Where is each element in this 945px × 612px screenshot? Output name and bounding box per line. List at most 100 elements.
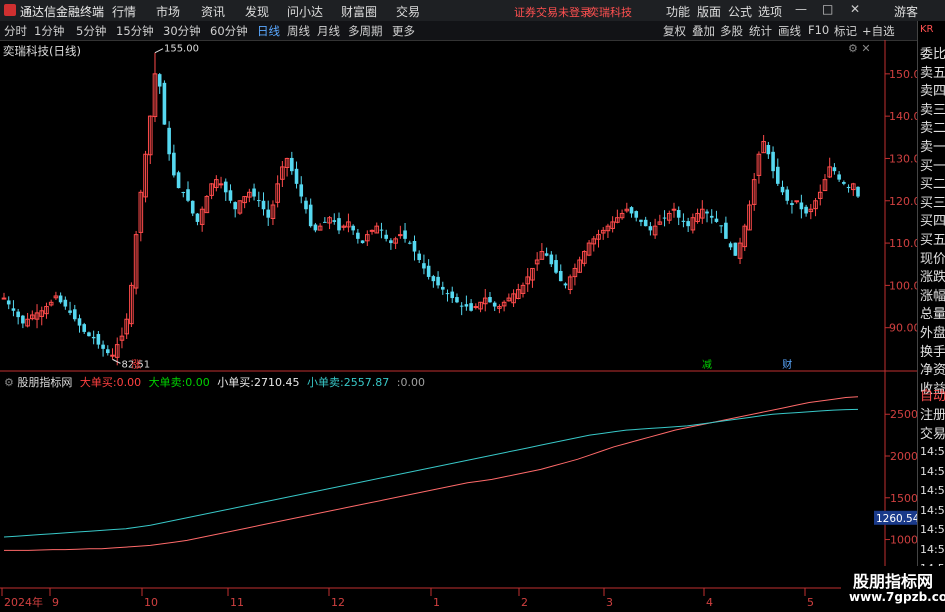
candle-body-97 <box>459 305 464 307</box>
candle-body-55 <box>261 200 266 210</box>
menu-wenxiaoda[interactable]: 问小达 <box>287 3 323 20</box>
btn-tongji[interactable]: 统计 <box>749 23 772 39</box>
ind-tick-label-1: 2000 <box>890 450 918 463</box>
candle-body-35 <box>167 127 171 155</box>
candle-body-36 <box>172 152 176 176</box>
candle-body-74 <box>351 225 355 231</box>
maximize-icon[interactable]: □ <box>822 2 833 16</box>
side-bottom-item-0[interactable]: 自动 <box>920 385 945 404</box>
candle-body-81 <box>384 234 388 239</box>
candle-body-162 <box>766 144 771 155</box>
menu-zixun[interactable]: 资讯 <box>201 3 225 20</box>
candle-body-93 <box>440 286 445 290</box>
candle-body-163 <box>771 151 775 172</box>
candle-body-65 <box>308 204 313 227</box>
current-value-label: 1260.54 <box>876 513 920 525</box>
period-week[interactable]: 周线 <box>287 23 310 39</box>
btn-huaxian[interactable]: 画线 <box>778 23 801 39</box>
kline-chart[interactable]: 150.00140.00130.00120.00110.00100.0090.0… <box>0 40 945 609</box>
candle-body-84 <box>398 234 403 237</box>
period-fenshi[interactable]: 分时 <box>4 23 27 39</box>
period-15min[interactable]: 15分钟 <box>116 23 154 39</box>
candle-body-145 <box>686 221 690 227</box>
candle-body-96 <box>455 297 459 303</box>
menu-banmian[interactable]: 版面 <box>697 3 721 20</box>
ind-tick-label-3: 1000 <box>890 534 918 547</box>
period-day[interactable]: 日线 <box>257 23 280 39</box>
candle-body-12 <box>58 295 63 303</box>
btn-biaoji[interactable]: 标记 <box>834 23 857 39</box>
candle-body-34 <box>162 82 167 125</box>
btn-fuquan[interactable]: 复权 <box>663 23 686 39</box>
menu-faxian[interactable]: 发现 <box>245 3 269 20</box>
side-item-6: 买一 <box>920 158 945 174</box>
legend-small-buy-value: 2710.45 <box>254 376 300 389</box>
chart-area[interactable]: 150.00 140.00 130.00 120.00 110.00 100.00 90.0… <box>0 40 945 609</box>
x-tick-label-9: 5 <box>807 596 814 609</box>
candle-body-2 <box>11 308 16 311</box>
legend-small-buy-label: 小单买: <box>217 376 255 389</box>
legend-extra-value: 0.00 <box>400 376 425 389</box>
menu-caifuquan[interactable]: 财富圈 <box>341 3 377 20</box>
close-icon[interactable]: ✕ <box>850 2 860 16</box>
side-bottom-item-2[interactable]: 交易 <box>920 423 945 442</box>
side-item-17: 净资 <box>920 363 945 379</box>
indicator-settings-icon[interactable]: ⚙ <box>4 376 17 389</box>
candle-body-16 <box>77 318 82 326</box>
main-chart-settings-icon[interactable]: ⚙ ✕ <box>848 42 871 55</box>
candle-body-85 <box>403 230 407 239</box>
side-item-4: 卖二 <box>920 121 945 137</box>
candle-body-76 <box>360 240 365 244</box>
period-60min[interactable]: 60分钟 <box>210 23 248 39</box>
event-marker-1: 减 <box>702 359 712 371</box>
side-item-14: 总量 <box>920 307 945 323</box>
candle-body-144 <box>681 220 686 222</box>
period-multi[interactable]: 多周期 <box>348 23 383 39</box>
candle-body-177 <box>837 174 841 180</box>
candle-body-117 <box>554 260 558 273</box>
side-item-3: 卖三 <box>920 102 945 118</box>
side-item-9: 买四 <box>920 214 945 230</box>
candle-body-179 <box>846 186 851 189</box>
candle-body-181 <box>856 186 860 197</box>
guest-label[interactable]: 游客 <box>894 3 918 20</box>
period-30min[interactable]: 30分钟 <box>163 23 201 39</box>
candle-body-164 <box>775 166 780 184</box>
btn-diejia[interactable]: 叠加 <box>692 23 715 39</box>
legend-big-sell-value: 0.00 <box>185 376 210 389</box>
side-bottom-item-1[interactable]: 注册 <box>920 404 945 423</box>
candle-body-166 <box>785 189 790 201</box>
candle-body-47 <box>223 181 228 193</box>
candle-body-133 <box>629 207 634 214</box>
menu-gongshi[interactable]: 公式 <box>728 3 752 20</box>
btn-zixuan[interactable]: +自选 <box>862 23 895 39</box>
btn-f10[interactable]: F10 <box>808 23 829 37</box>
period-month[interactable]: 月线 <box>317 23 340 39</box>
candle-body-33 <box>157 74 162 87</box>
login-notice[interactable]: 证券交易未登录 <box>514 4 591 20</box>
period-more[interactable]: 更多 <box>392 23 415 39</box>
candle-body-13 <box>63 299 68 307</box>
side-time-2: 14:56 <box>920 484 945 497</box>
candle-body-98 <box>464 304 469 307</box>
menu-hangqing[interactable]: 行情 <box>112 3 136 20</box>
side-time-5: 14:56 <box>920 542 945 556</box>
indicator-name: 股朋指标网 <box>17 376 73 389</box>
menu-gongneng[interactable]: 功能 <box>666 3 690 20</box>
menu-xuanxiang[interactable]: 选项 <box>758 3 782 20</box>
x-tick-label-0: 2024年 <box>4 595 43 609</box>
period-5min[interactable]: 5分钟 <box>76 23 106 39</box>
menu-jiaoyi[interactable]: 交易 <box>396 3 420 20</box>
x-tick-label-6: 2 <box>521 596 528 609</box>
indicator-line-1 <box>3 408 859 538</box>
candle-body-20 <box>96 334 101 345</box>
menu-shichang[interactable]: 市场 <box>156 3 180 20</box>
legend-big-sell-label: 大单卖: <box>148 376 186 389</box>
btn-duogu[interactable]: 多股 <box>720 23 743 39</box>
watermark-url: www.7gpzb.com <box>849 590 945 604</box>
minimize-icon[interactable]: — <box>795 2 807 16</box>
candle-body-21 <box>101 344 105 349</box>
high-marker-line <box>154 48 164 54</box>
period-1min[interactable]: 1分钟 <box>34 23 64 39</box>
side-item-12: 涨跌 <box>920 270 945 286</box>
